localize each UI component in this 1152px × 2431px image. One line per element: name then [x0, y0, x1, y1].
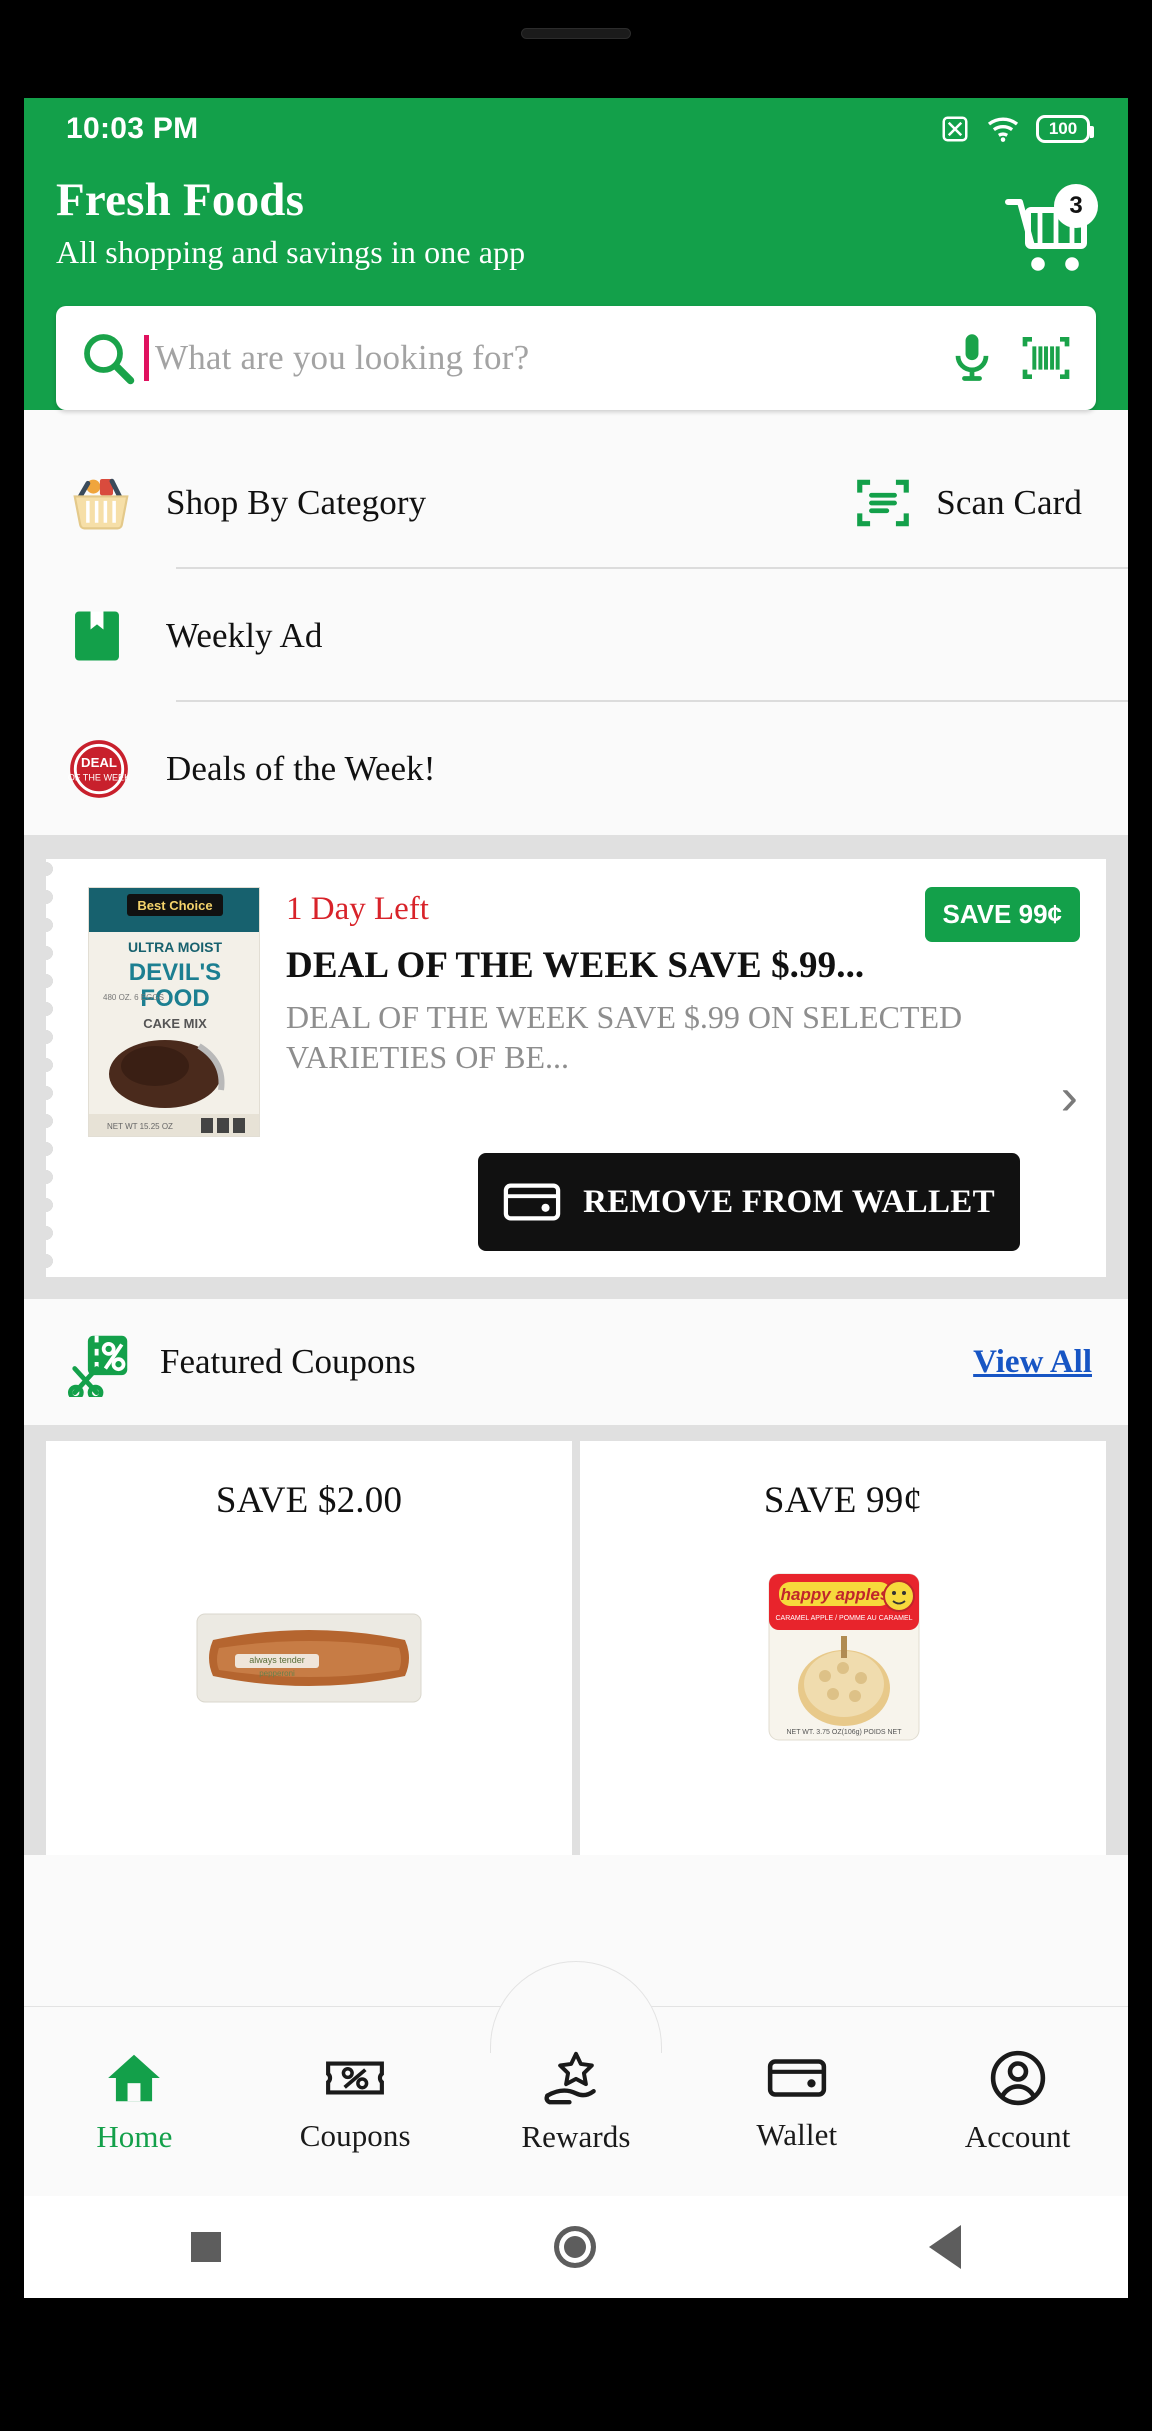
app-subtitle: All shopping and savings in one app: [56, 233, 526, 270]
nav-label-account: Account: [964, 2118, 1071, 2154]
svg-text:480 OZ. 6 EGGS: 480 OZ. 6 EGGS: [103, 993, 164, 1002]
no-sim-icon: [942, 116, 968, 142]
coupon-icon: [326, 2060, 385, 2095]
svg-text:OF THE WEEK: OF THE WEEK: [68, 772, 130, 782]
nav-item-rewards[interactable]: Rewards: [466, 2049, 687, 2155]
phone-screen: 10:03 PM 100 Fresh Foods All shopping an…: [24, 98, 1128, 2298]
svg-text:CAKE MIX: CAKE MIX: [143, 1016, 207, 1031]
wifi-icon: [987, 117, 1019, 142]
menu-label-shop-by-category: Shop By Category: [166, 482, 427, 522]
chevron-right-icon[interactable]: ›: [1061, 1067, 1078, 1127]
battery-icon: 100: [1036, 115, 1094, 143]
wallet-icon: [767, 2058, 826, 2097]
text-caret: [144, 335, 149, 381]
coupon-product-image: happy apples CARAMEL APPLE / POMME AU CA…: [713, 1568, 973, 1741]
nav-label-rewards: Rewards: [521, 2118, 631, 2154]
coupon-save-amount: SAVE 99¢: [763, 1480, 923, 1521]
svg-text:happy apples: happy apples: [781, 1585, 890, 1604]
deal-description: DEAL OF THE WEEK SAVE $.99 ON SELECTED V…: [286, 999, 963, 1075]
deal-product-image: Best Choice ULTRA MOIST DEVIL'S FOOD CAK…: [88, 887, 260, 1137]
coupon-card[interactable]: SAVE $2.00 always tender pepperoni: [46, 1441, 572, 1855]
svg-text:pepperoni: pepperoni: [259, 1669, 295, 1678]
nav-item-account[interactable]: Account: [907, 2049, 1128, 2155]
coupon-save-amount: SAVE $2.00: [215, 1480, 403, 1521]
cart-button[interactable]: 3: [1000, 184, 1098, 282]
menu-label-deals-of-the-week: Deals of the Week!: [166, 748, 436, 788]
menu-label-weekly-ad: Weekly Ad: [166, 615, 323, 655]
nav-item-wallet[interactable]: Wallet: [686, 2051, 907, 2153]
cart-badge: 3: [1054, 184, 1098, 228]
view-all-link[interactable]: View All: [973, 1344, 1092, 1381]
rewards-icon: [544, 2051, 596, 2104]
deal-of-the-week-badge-icon: DEAL OF THE WEEK: [66, 736, 154, 802]
quick-menu-list: Shop By Category Scan Card Weekly Ad DEA…: [24, 436, 1128, 835]
home-icon: [108, 2054, 161, 2101]
coupon-card[interactable]: SAVE 99¢ happy apples CARAMEL APPLE / PO…: [580, 1441, 1106, 1855]
menu-row-weekly-ad[interactable]: Weekly Ad: [24, 569, 1128, 702]
svg-text:always tender: always tender: [249, 1655, 305, 1665]
menu-row-deals-of-the-week[interactable]: DEAL OF THE WEEK Deals of the Week!: [24, 702, 1128, 835]
featured-coupons-title: Featured Coupons: [160, 1342, 416, 1381]
search-icon[interactable]: [78, 328, 138, 388]
svg-text:Best Choice: Best Choice: [137, 898, 212, 913]
svg-text:DEAL: DEAL: [81, 754, 117, 769]
deal-save-badge: SAVE 99¢: [924, 887, 1080, 942]
nav-label-coupons: Coupons: [299, 2117, 411, 2153]
remove-from-wallet-button[interactable]: REMOVE FROM WALLET: [478, 1153, 1020, 1251]
ticket-perforation: [46, 859, 60, 1277]
remove-from-wallet-label: REMOVE FROM WALLET: [583, 1183, 995, 1220]
coupon-grid: SAVE $2.00 always tender pepperoni SAVE …: [24, 1425, 1128, 1855]
bottom-navigation: Home Coupons Rewards Wallet Account: [24, 1961, 1128, 2196]
menu-row-shop-by-category[interactable]: Shop By Category Scan Card: [24, 436, 1128, 569]
coupon-scissors-icon: [67, 1335, 128, 1397]
svg-text:ULTRA MOIST: ULTRA MOIST: [128, 939, 223, 955]
earpiece-speaker: [521, 28, 631, 39]
status-bar: 10:03 PM 100: [24, 98, 1128, 160]
nav-label-home: Home: [96, 2118, 173, 2154]
home-button[interactable]: [553, 2226, 596, 2268]
svg-text:CARAMEL APPLE / POMME AU CARAM: CARAMEL APPLE / POMME AU CARAMEL: [775, 1615, 912, 1622]
featured-coupons-header: Featured Coupons View All: [24, 1299, 1128, 1425]
recents-button[interactable]: [190, 2232, 221, 2262]
deal-section: Best Choice ULTRA MOIST DEVIL'S FOOD CAK…: [24, 835, 1128, 1299]
app-header: Fresh Foods All shopping and savings in …: [24, 160, 1128, 410]
status-bar-icons: 100: [940, 114, 1094, 144]
search-input[interactable]: What are you looking for?: [144, 335, 940, 381]
phone-frame: 10:03 PM 100 Fresh Foods All shopping an…: [0, 0, 1152, 2431]
battery-level: 100: [1048, 119, 1078, 138]
deal-card[interactable]: Best Choice ULTRA MOIST DEVIL'S FOOD CAK…: [46, 859, 1106, 1277]
scan-card-button[interactable]: Scan Card: [852, 436, 1082, 569]
book-icon: [66, 605, 154, 667]
svg-text:DEVIL'S: DEVIL'S: [129, 959, 221, 986]
nav-item-coupons[interactable]: Coupons: [245, 2050, 466, 2154]
android-system-nav: [24, 2196, 1128, 2298]
search-bar[interactable]: What are you looking for?: [56, 306, 1096, 410]
microphone-icon[interactable]: [946, 330, 998, 386]
deal-title: DEAL OF THE WEEK SAVE $.99...: [286, 945, 865, 986]
nav-label-wallet: Wallet: [756, 2116, 838, 2152]
app-title: Fresh Foods: [56, 174, 305, 226]
center-fab-notch: [490, 1961, 662, 2053]
svg-text:NET WT 15.25 OZ: NET WT 15.25 OZ: [107, 1122, 173, 1131]
account-icon: [990, 2050, 1045, 2105]
shopping-basket-icon: [66, 468, 154, 538]
svg-text:NET WT. 3.75 OZ(106g) POIDS NE: NET WT. 3.75 OZ(106g) POIDS NET: [786, 1729, 902, 1736]
coupon-product-image: always tender pepperoni: [179, 1568, 439, 1738]
wallet-icon: [503, 1183, 561, 1221]
scan-card-icon: [857, 479, 910, 526]
status-bar-time: 10:03 PM: [66, 112, 199, 145]
search-placeholder: What are you looking for?: [155, 338, 530, 377]
menu-label-scan-card: Scan Card: [936, 482, 1082, 522]
back-button[interactable]: [929, 2225, 962, 2269]
nav-item-home[interactable]: Home: [24, 2049, 245, 2155]
barcode-scan-icon[interactable]: [1018, 330, 1074, 386]
